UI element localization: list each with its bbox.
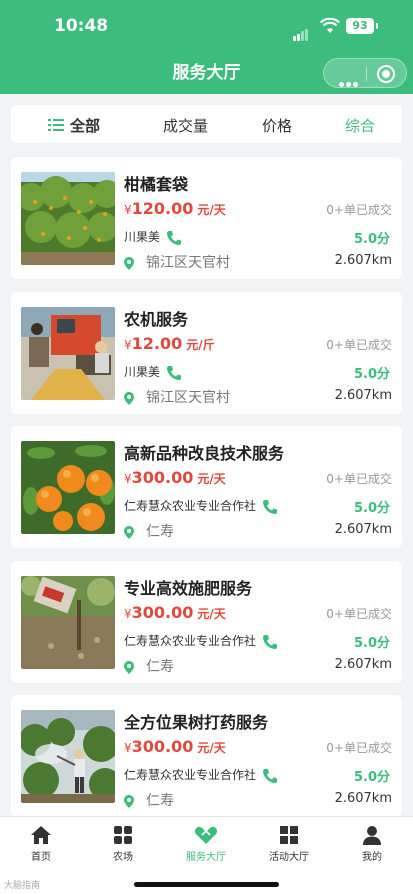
tab-activity-hall[interactable]: 活动大厅	[248, 825, 330, 863]
handshake-icon	[194, 826, 218, 844]
location: 仁寿	[124, 790, 174, 810]
activity-grid-icon	[280, 826, 298, 844]
provider: 川果美	[124, 363, 182, 381]
service-image-fertilizing	[21, 576, 115, 669]
distance: 2.607km	[334, 388, 392, 403]
location-pin-icon	[124, 256, 134, 270]
location-text: 仁寿	[146, 659, 174, 675]
service-image-spraying	[21, 710, 115, 803]
service-card[interactable]: 农机服务 ¥12.00 元/斤 0+单已成交 川果美 5.0分 锦江区天官村 2.…	[11, 292, 402, 414]
provider-name: 仁寿慧众农业专业合作社	[124, 634, 257, 648]
app-header: 10:48 93 服务大厅	[0, 0, 413, 94]
farm-icon	[114, 826, 132, 844]
capsule-divider	[366, 67, 367, 81]
sort-bar: 全部 成交量 价格 综合	[11, 105, 402, 143]
tab-activity-hall-label: 活动大厅	[269, 852, 309, 863]
phone-icon[interactable]	[262, 499, 278, 515]
list-icon	[48, 119, 64, 131]
provider: 川果美	[124, 228, 182, 246]
location-text: 仁寿	[146, 524, 174, 540]
service-image-oranges	[21, 441, 115, 534]
service-image-farm-machinery	[21, 307, 115, 400]
more-icon[interactable]	[339, 72, 360, 91]
service-name: 全方位果树打药服务	[124, 713, 269, 732]
location-text: 锦江区天官村	[146, 255, 230, 271]
distance: 2.607km	[334, 657, 392, 672]
service-name: 柑橘套袋	[124, 175, 189, 194]
distance: 2.607km	[334, 791, 392, 806]
tab-farm[interactable]: 农场	[82, 825, 164, 863]
service-image-citrus-bagging	[21, 172, 115, 265]
sold-count: 0+单已成交	[326, 203, 392, 217]
rating-score: 5.0分	[353, 367, 390, 382]
service-card[interactable]: 专业高效施肥服务 ¥300.00 元/天 0+单已成交 仁寿慧众农业专业合作社 5…	[11, 561, 402, 683]
sold-count: 0+单已成交	[326, 741, 392, 755]
location-text: 仁寿	[146, 793, 174, 809]
location-pin-icon	[124, 660, 134, 674]
service-card[interactable]: 全方位果树打药服务 ¥300.00 元/天 0+单已成交 仁寿慧众农业专业合作社 …	[11, 695, 402, 817]
provider-name: 仁寿慧众农业专业合作社	[124, 768, 257, 782]
signal-icon	[293, 22, 309, 41]
distance: 2.607km	[334, 253, 392, 268]
sort-all-label: 全部	[70, 117, 101, 135]
provider-name: 川果美	[124, 230, 161, 244]
sold-count: 0+单已成交	[326, 472, 392, 486]
provider: 仁寿慧众农业专业合作社	[124, 497, 278, 515]
service-price: ¥300.00 元/天	[124, 737, 226, 756]
tab-home[interactable]: 首页	[0, 825, 82, 863]
tab-service-hall[interactable]: 服务大厅	[165, 825, 247, 863]
rating-score: 5.0分	[353, 636, 390, 651]
tab-home-label: 首页	[31, 852, 51, 863]
provider: 仁寿慧众农业专业合作社	[124, 632, 278, 650]
watermark: 大脑指南	[4, 881, 41, 891]
phone-icon[interactable]	[262, 768, 278, 784]
location-pin-icon	[124, 794, 134, 808]
rating-score: 5.0分	[353, 770, 390, 785]
rating-score: 5.0分	[353, 501, 390, 516]
service-price: ¥300.00 元/天	[124, 603, 226, 622]
tab-mine[interactable]: 我的	[331, 825, 413, 863]
distance: 2.607km	[334, 522, 392, 537]
service-name: 专业高效施肥服务	[124, 579, 253, 598]
provider-name: 川果美	[124, 365, 161, 379]
user-icon	[363, 826, 381, 845]
phone-icon[interactable]	[166, 230, 182, 246]
rating-score: 5.0分	[353, 232, 390, 247]
location: 仁寿	[124, 521, 174, 541]
sort-overall[interactable]: 综合	[345, 115, 375, 136]
location-pin-icon	[124, 391, 134, 405]
sold-count: 0+单已成交	[326, 607, 392, 621]
location: 锦江区天官村	[124, 252, 230, 272]
home-icon	[31, 826, 51, 844]
location-text: 锦江区天官村	[146, 390, 230, 406]
mini-program-capsule[interactable]	[323, 58, 407, 88]
close-record-icon[interactable]	[377, 65, 395, 83]
sold-count: 0+单已成交	[326, 338, 392, 352]
phone-icon[interactable]	[262, 634, 278, 650]
phone-icon[interactable]	[166, 365, 182, 381]
provider: 仁寿慧众农业专业合作社	[124, 766, 278, 784]
sort-volume[interactable]: 成交量	[163, 115, 208, 136]
battery-icon: 93	[346, 18, 378, 34]
service-price: ¥12.00 元/斤	[124, 334, 215, 353]
location-pin-icon	[124, 525, 134, 539]
sort-price[interactable]: 价格	[262, 115, 292, 136]
status-time: 10:48	[54, 16, 109, 36]
status-bar: 10:48 93	[0, 0, 413, 54]
service-card[interactable]: 柑橘套袋 ¥120.00 元/天 0+单已成交 川果美 5.0分 锦江区天官村 2…	[11, 157, 402, 279]
tab-mine-label: 我的	[362, 852, 382, 863]
service-price: ¥120.00 元/天	[124, 199, 226, 218]
service-card[interactable]: 高新品种改良技术服务 ¥300.00 元/天 0+单已成交 仁寿慧众农业专业合作社…	[11, 426, 402, 548]
sort-all[interactable]: 全部	[48, 115, 100, 136]
service-name: 高新品种改良技术服务	[124, 444, 285, 463]
location: 仁寿	[124, 656, 174, 676]
wifi-icon	[320, 17, 340, 38]
service-name: 农机服务	[124, 310, 189, 329]
service-price: ¥300.00 元/天	[124, 468, 226, 487]
location: 锦江区天官村	[124, 387, 230, 407]
tab-farm-label: 农场	[113, 852, 133, 863]
tab-service-hall-label: 服务大厅	[186, 852, 226, 863]
home-indicator[interactable]	[134, 882, 279, 887]
provider-name: 仁寿慧众农业专业合作社	[124, 499, 257, 513]
